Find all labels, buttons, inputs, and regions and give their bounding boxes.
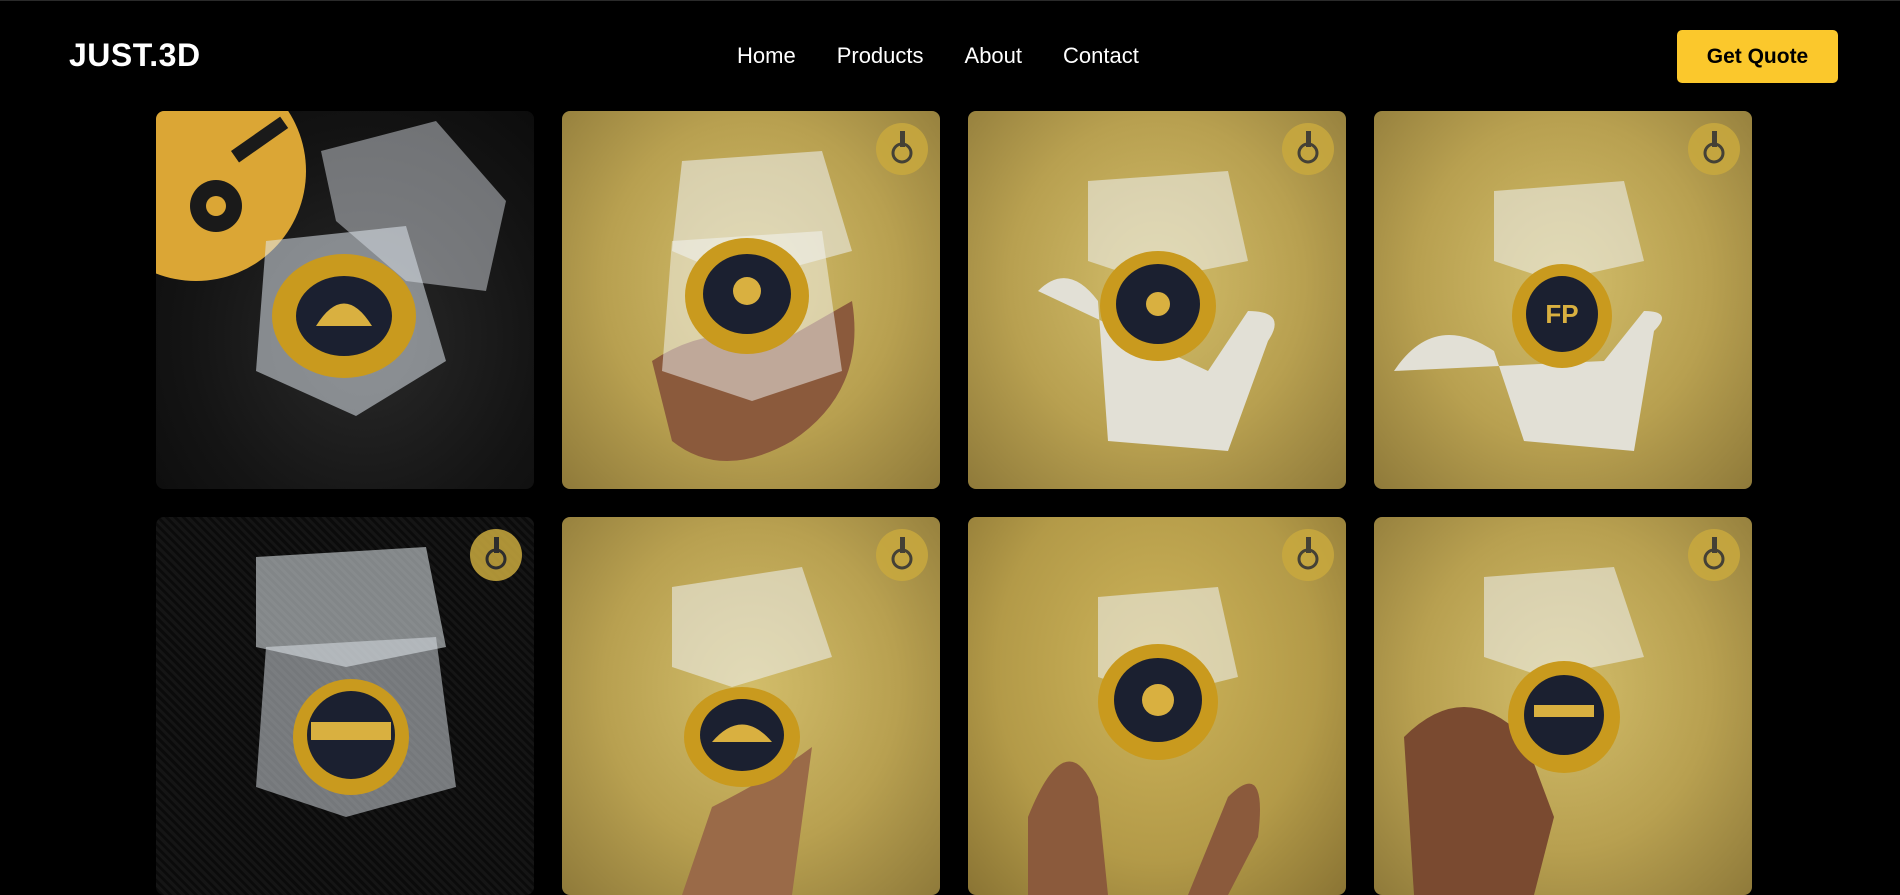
ring-photo — [156, 111, 506, 416]
brand-watermark — [876, 123, 928, 175]
brand-watermark — [1688, 123, 1740, 175]
svg-text:FP: FP — [1545, 299, 1578, 329]
brand-watermark — [1282, 123, 1334, 175]
gallery-card[interactable]: FP — [1374, 111, 1752, 489]
gallery-card[interactable] — [156, 517, 534, 895]
get-quote-button[interactable]: Get Quote — [1677, 30, 1838, 83]
site-logo[interactable]: JUST.3D — [69, 37, 201, 74]
gallery-card[interactable] — [968, 111, 1346, 489]
nav-contact-link[interactable]: Contact — [1063, 43, 1139, 69]
nav-home-link[interactable]: Home — [737, 43, 796, 69]
brand-watermark — [470, 529, 522, 581]
main-nav: Home Products About Contact — [737, 43, 1139, 69]
gallery-card[interactable] — [562, 517, 940, 895]
brand-watermark — [876, 529, 928, 581]
gallery-card[interactable] — [156, 111, 534, 489]
gallery-card[interactable] — [968, 517, 1346, 895]
product-gallery: FP — [156, 111, 1752, 895]
gallery-card[interactable] — [1374, 517, 1752, 895]
gallery-card[interactable] — [562, 111, 940, 489]
nav-about-link[interactable]: About — [965, 43, 1023, 69]
site-header: JUST.3D Home Products About Contact Get … — [0, 1, 1900, 107]
brand-watermark — [1282, 529, 1334, 581]
brand-watermark — [1688, 529, 1740, 581]
nav-products-link[interactable]: Products — [837, 43, 924, 69]
